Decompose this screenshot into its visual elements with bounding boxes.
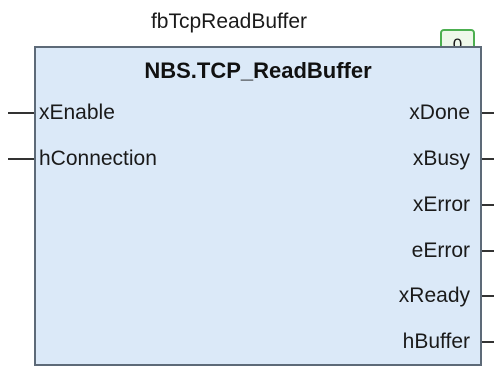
output-wire-xready[interactable] [482,295,494,297]
instance-name: fbTcpReadBuffer [150,10,308,33]
input-wire-hconnection[interactable] [8,158,34,160]
input-pin-hconnection[interactable]: hConnection [39,147,157,171]
output-wire-xerror[interactable] [482,204,494,206]
output-wire-xdone[interactable] [482,112,494,114]
output-pin-hbuffer[interactable]: hBuffer [403,330,470,354]
output-wire-xbusy[interactable] [482,158,494,160]
input-wire-xenable[interactable] [8,112,34,114]
input-pin-xenable[interactable]: xEnable [39,101,115,125]
output-wire-hbuffer[interactable] [482,341,494,343]
output-pin-xready[interactable]: xReady [399,284,470,308]
output-pin-xerror[interactable]: xError [413,193,470,217]
function-block-type: NBS.TCP_ReadBuffer [144,58,372,83]
output-pin-eerror[interactable]: eError [412,239,470,263]
output-pin-xdone[interactable]: xDone [409,101,470,125]
output-pin-xbusy[interactable]: xBusy [413,147,470,171]
output-wire-eerror[interactable] [482,250,494,252]
function-block[interactable]: NBS.TCP_ReadBuffer xEnable hConnection x… [34,46,482,366]
